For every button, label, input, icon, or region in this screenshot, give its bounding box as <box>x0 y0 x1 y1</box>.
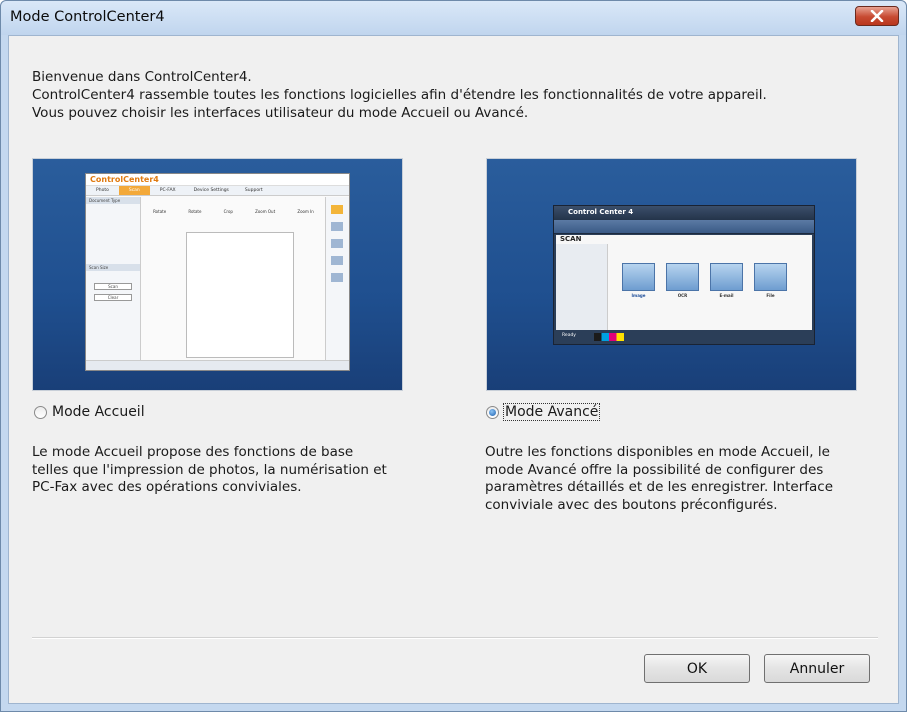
advanced-preview-btn-file: File <box>766 293 775 298</box>
home-preview-tool-rotate1: Rotate <box>153 209 167 214</box>
home-preview-tool-zoomout: Zoom Out <box>255 209 276 214</box>
advanced-desc-line-2: mode Avancé offre la possibilité de conf… <box>485 461 824 478</box>
home-preview-scan-btn: Scan <box>94 283 132 290</box>
home-preview-tab-pcfax: PC-FAX <box>159 188 176 193</box>
home-preview-logo: ControlCenter4 <box>90 175 159 184</box>
advanced-preview-logo: Control Center 4 <box>568 208 634 216</box>
ok-button[interactable]: OK <box>644 654 750 683</box>
intro-line-3: Vous pouvez choisir les interfaces utili… <box>32 105 529 121</box>
home-preview-tool-rotate2: Rotate <box>188 209 202 214</box>
advanced-desc-line-3: paramètres détaillés et de les enregistr… <box>485 479 834 495</box>
home-preview-tool-crop: Crop <box>223 209 233 214</box>
dialog-client-area: Bienvenue dans ControlCenter4. ControlCe… <box>8 35 899 704</box>
advanced-desc-line-4: conviviale avec des boutons préconfiguré… <box>485 496 778 513</box>
window-title: Mode ControlCenter4 <box>10 9 165 25</box>
home-mode-preview-image[interactable]: ControlCenter4 Photo Scan PC-FAX Device … <box>32 158 403 391</box>
home-preview-doc-type: Document Type <box>86 197 140 204</box>
close-icon <box>870 10 884 22</box>
home-preview-tab-photo: Photo <box>96 188 109 193</box>
home-desc-line-1: Le mode Accueil propose des fonctions de… <box>32 444 354 460</box>
title-bar[interactable]: Mode ControlCenter4 <box>1 1 906 35</box>
intro-line-1: Bienvenue dans ControlCenter4. <box>32 69 252 85</box>
home-preview-tool-zoomin: Zoom In <box>297 209 314 214</box>
advanced-mode-option[interactable]: Mode Avancé <box>486 403 601 421</box>
advanced-preview-btn-email: E-mail <box>719 293 734 298</box>
advanced-mode-description: Outre les fonctions disponibles en mode … <box>485 444 833 514</box>
home-preview-tab-settings: Device Settings <box>193 188 229 193</box>
home-mode-radio[interactable] <box>34 405 47 419</box>
advanced-preview-btn-ocr: OCR <box>677 293 688 298</box>
home-desc-line-3: PC-Fax avec des opérations conviviales. <box>32 479 302 495</box>
home-mode-description: Le mode Accueil propose des fonctions de… <box>32 444 387 497</box>
advanced-preview-status: Ready <box>562 333 576 338</box>
intro-line-2: ControlCenter4 rassemble toutes les fonc… <box>32 87 767 103</box>
advanced-mode-preview-image[interactable]: Control Center 4 SCAN Image OCR E-mail F… <box>486 158 857 391</box>
home-preview-page <box>186 232 294 358</box>
advanced-preview-btn-image: Image <box>631 293 646 298</box>
advanced-mode-radio[interactable] <box>486 405 499 419</box>
home-preview-clear-btn: Clear <box>94 294 132 301</box>
advanced-preview-section: SCAN <box>560 235 582 243</box>
home-mode-option[interactable]: Mode Accueil <box>34 404 145 420</box>
home-preview-window: ControlCenter4 Photo Scan PC-FAX Device … <box>85 173 350 371</box>
cancel-button[interactable]: Annuler <box>764 654 870 683</box>
home-preview-scan-size: Scan Size <box>86 264 140 271</box>
intro-text: Bienvenue dans ControlCenter4. ControlCe… <box>32 68 882 122</box>
button-separator <box>32 637 878 639</box>
home-preview-tab-support: Support <box>244 188 263 193</box>
advanced-desc-line-1: Outre les fonctions disponibles en mode … <box>485 444 830 460</box>
advanced-mode-label[interactable]: Mode Avancé <box>502 403 601 421</box>
home-preview-tab-scan: Scan <box>118 186 150 195</box>
dialog-window: Mode ControlCenter4 Bienvenue dans Contr… <box>0 0 907 712</box>
close-button[interactable] <box>855 6 899 26</box>
advanced-preview-window: Control Center 4 SCAN Image OCR E-mail F… <box>553 205 815 345</box>
home-mode-label[interactable]: Mode Accueil <box>52 404 145 420</box>
home-desc-line-2: telles que l'impression de photos, la nu… <box>32 461 387 478</box>
